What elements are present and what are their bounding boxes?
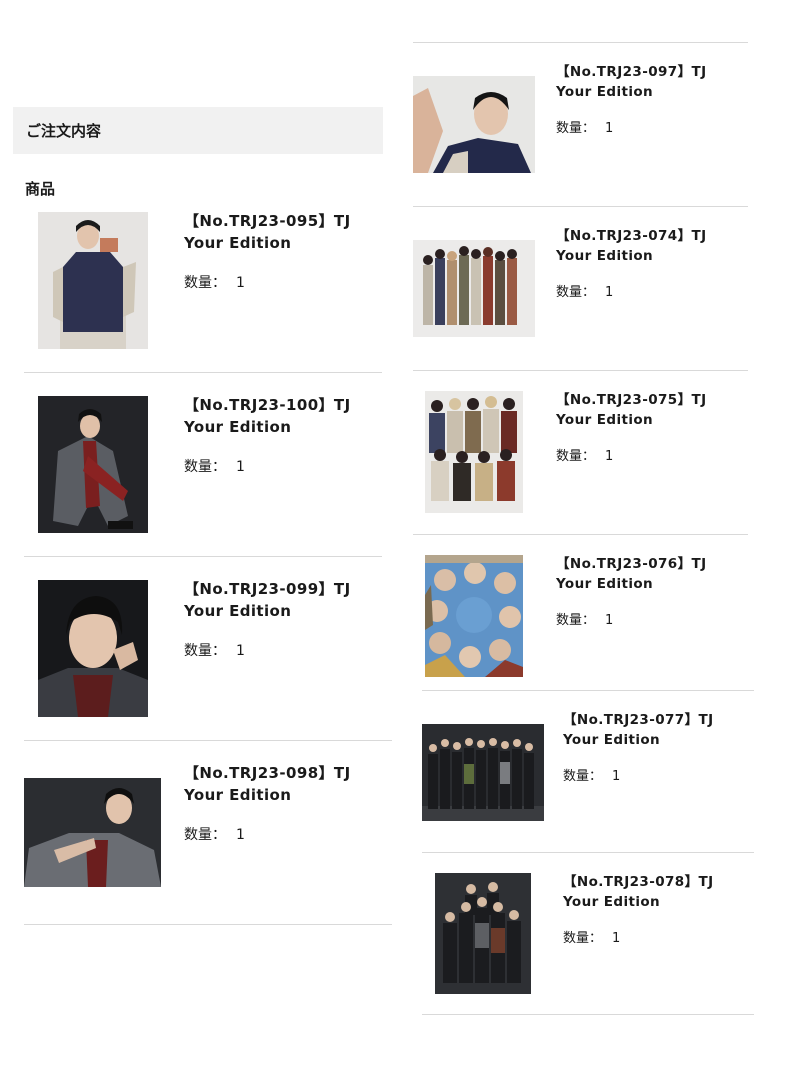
quantity-value: 1: [605, 285, 614, 300]
item-title[interactable]: 【No.TRJ23-075】TJ Your Edition: [556, 391, 746, 430]
item-title[interactable]: 【No.TRJ23-095】TJ Your Edition: [184, 211, 384, 255]
item-quantity: 数量： 1: [556, 117, 613, 136]
products-label: 商品: [25, 180, 56, 198]
item-quantity: 数量： 1: [184, 640, 245, 660]
product-thumbnail[interactable]: [24, 778, 161, 887]
quantity-value: 1: [236, 459, 245, 475]
product-thumbnail[interactable]: [38, 396, 148, 533]
quantity-value: 1: [612, 931, 621, 946]
item-title[interactable]: 【No.TRJ23-076】TJ Your Edition: [556, 555, 746, 594]
item-quantity: 数量： 1: [556, 281, 613, 300]
item-divider: [422, 690, 754, 691]
product-thumbnail[interactable]: [38, 580, 148, 717]
item-title[interactable]: 【No.TRJ23-078】TJ Your Edition: [563, 873, 753, 912]
quantity-label: 数量：: [556, 285, 596, 300]
item-quantity: 数量： 1: [556, 445, 613, 464]
item-divider: [413, 206, 748, 207]
quantity-label: 数量：: [556, 613, 596, 628]
quantity-label: 数量：: [184, 827, 226, 843]
item-title[interactable]: 【No.TRJ23-099】TJ Your Edition: [184, 579, 384, 623]
item-divider: [413, 370, 748, 371]
item-title[interactable]: 【No.TRJ23-100】TJ Your Edition: [184, 395, 384, 439]
item-divider: [422, 852, 754, 853]
quantity-label: 数量：: [556, 121, 596, 136]
item-quantity: 数量： 1: [563, 927, 620, 946]
product-thumbnail[interactable]: [413, 240, 535, 337]
product-thumbnail[interactable]: [435, 873, 531, 994]
item-title[interactable]: 【No.TRJ23-097】TJ Your Edition: [556, 63, 746, 102]
item-quantity: 数量： 1: [184, 272, 245, 292]
order-contents-title: ご注文内容: [26, 122, 102, 140]
quantity-value: 1: [236, 827, 245, 843]
quantity-value: 1: [605, 613, 614, 628]
top-divider: [413, 42, 748, 43]
item-quantity: 数量： 1: [184, 456, 245, 476]
item-title[interactable]: 【No.TRJ23-098】TJ Your Edition: [184, 763, 384, 807]
quantity-label: 数量：: [563, 931, 603, 946]
item-quantity: 数量： 1: [563, 765, 620, 784]
product-thumbnail[interactable]: [425, 391, 523, 513]
item-divider: [24, 924, 392, 925]
quantity-value: 1: [236, 275, 245, 291]
quantity-value: 1: [612, 769, 621, 784]
quantity-label: 数量：: [184, 275, 226, 291]
item-title[interactable]: 【No.TRJ23-074】TJ Your Edition: [556, 227, 746, 266]
product-thumbnail[interactable]: [38, 212, 148, 349]
quantity-label: 数量：: [556, 449, 596, 464]
quantity-label: 数量：: [184, 459, 226, 475]
item-divider: [413, 534, 748, 535]
product-thumbnail[interactable]: [422, 724, 544, 821]
item-quantity: 数量： 1: [556, 609, 613, 628]
item-divider: [422, 1014, 754, 1015]
item-quantity: 数量： 1: [184, 824, 245, 844]
product-thumbnail[interactable]: [413, 76, 535, 173]
quantity-label: 数量：: [184, 643, 226, 659]
order-contents-header: ご注文内容: [13, 107, 383, 154]
item-divider: [24, 556, 382, 557]
quantity-value: 1: [236, 643, 245, 659]
product-thumbnail[interactable]: [425, 555, 523, 677]
quantity-label: 数量：: [563, 769, 603, 784]
quantity-value: 1: [605, 121, 614, 136]
quantity-value: 1: [605, 449, 614, 464]
item-divider: [24, 740, 392, 741]
item-divider: [24, 372, 382, 373]
item-title[interactable]: 【No.TRJ23-077】TJ Your Edition: [563, 711, 753, 750]
